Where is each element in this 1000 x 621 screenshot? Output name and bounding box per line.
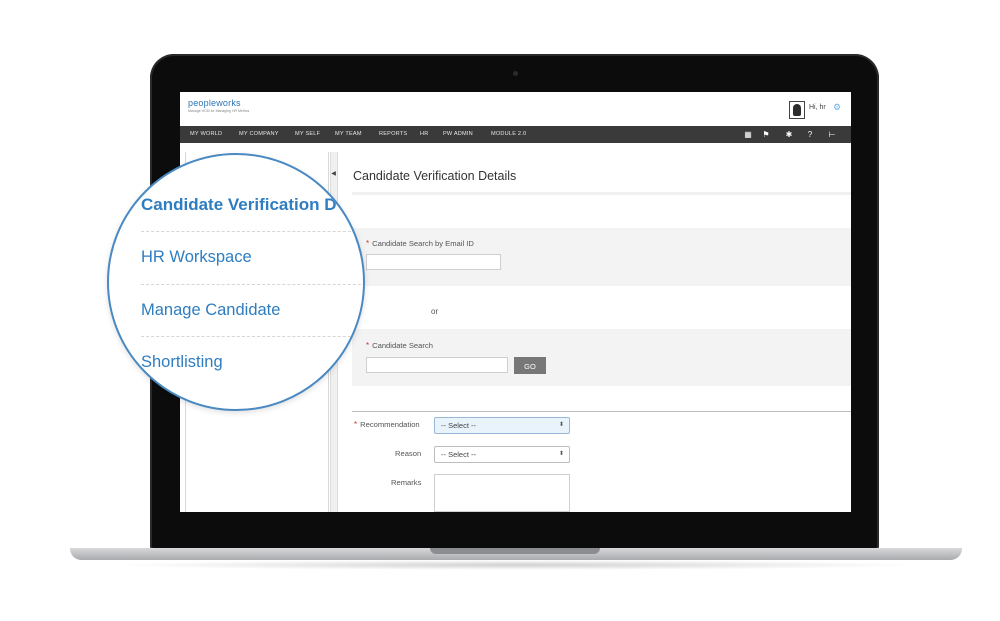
nav-my-world[interactable]: MY WORLD [190,126,222,143]
menu-separator [141,284,363,285]
email-search-section: * Candidate Search by Email ID [352,228,851,286]
title-divider [352,192,851,195]
candidate-search-input[interactable] [366,357,508,373]
recommendation-select[interactable]: -- Select -- ⬍ [434,417,570,434]
camera-icon [513,71,518,76]
gear-icon[interactable]: ⚙ [833,102,841,113]
avatar[interactable] [789,101,805,119]
main-content: Candidate Verification Details * Candidat… [344,152,851,512]
nav-reports[interactable]: REPORTS [379,126,407,143]
asterisk-icon[interactable]: ✱ [783,126,795,143]
candidate-search-label: * Candidate Search [366,341,433,350]
remarks-label: Remarks [391,478,422,487]
sitemap-icon[interactable]: ⊢ [826,126,838,143]
magnifier-callout: Candidate Verification D HR Workspace Ma… [107,153,365,411]
section-divider [352,411,851,412]
flag-icon[interactable]: ⚑ [760,126,772,143]
logo[interactable]: peopleworks [188,98,241,108]
or-separator: or [431,307,439,316]
laptop-notch [430,548,600,554]
book-icon[interactable]: ▦ [742,126,754,143]
logo-tagline: Manage HCM for Managing HR Metrics [188,109,250,113]
required-mark: * [366,341,370,350]
candidate-search-section: * Candidate Search GO [352,329,851,386]
nav-my-self[interactable]: MY SELF [295,126,320,143]
nav-pw-admin[interactable]: PW ADMIN [443,126,473,143]
required-mark: * [354,420,358,429]
menu-item-manage-candidate[interactable]: Manage Candidate [141,301,280,320]
collapse-arrow-icon[interactable]: ◀ [330,170,337,177]
select-arrows-icon: ⬍ [558,422,564,428]
page-title: Candidate Verification Details [353,169,517,183]
remarks-textarea[interactable] [434,474,570,512]
recommendation-label: * Recommendation [354,420,420,429]
select-arrows-icon: ⬍ [558,451,564,457]
laptop-shadow [110,560,922,570]
menu-item-hr-workspace[interactable]: HR Workspace [141,248,252,267]
go-button[interactable]: GO [514,357,546,374]
nav-hr[interactable]: HR [420,126,428,143]
menu-item-candidate-verification[interactable]: Candidate Verification D [141,195,337,215]
menu-separator [141,336,363,337]
menu-item-shortlisting[interactable]: Shortlisting [141,353,223,372]
menu-separator [141,231,363,232]
app-header: peopleworks Manage HCM for Managing HR M… [180,92,851,126]
nav-module-2[interactable]: MODULE 2.0 [491,126,526,143]
required-mark: * [366,239,370,248]
nav-my-company[interactable]: MY COMPANY [239,126,279,143]
nav-my-team[interactable]: MY TEAM [335,126,362,143]
user-greeting[interactable]: Hi, hr [809,104,826,111]
reason-label: Reason [395,449,422,458]
main-navbar: MY WORLD MY COMPANY MY SELF MY TEAM REPO… [180,126,851,143]
help-icon[interactable]: ? [804,126,816,143]
email-search-input[interactable] [366,254,501,270]
email-search-label: * Candidate Search by Email ID [366,239,474,248]
reason-select[interactable]: -- Select -- ⬍ [434,446,570,463]
